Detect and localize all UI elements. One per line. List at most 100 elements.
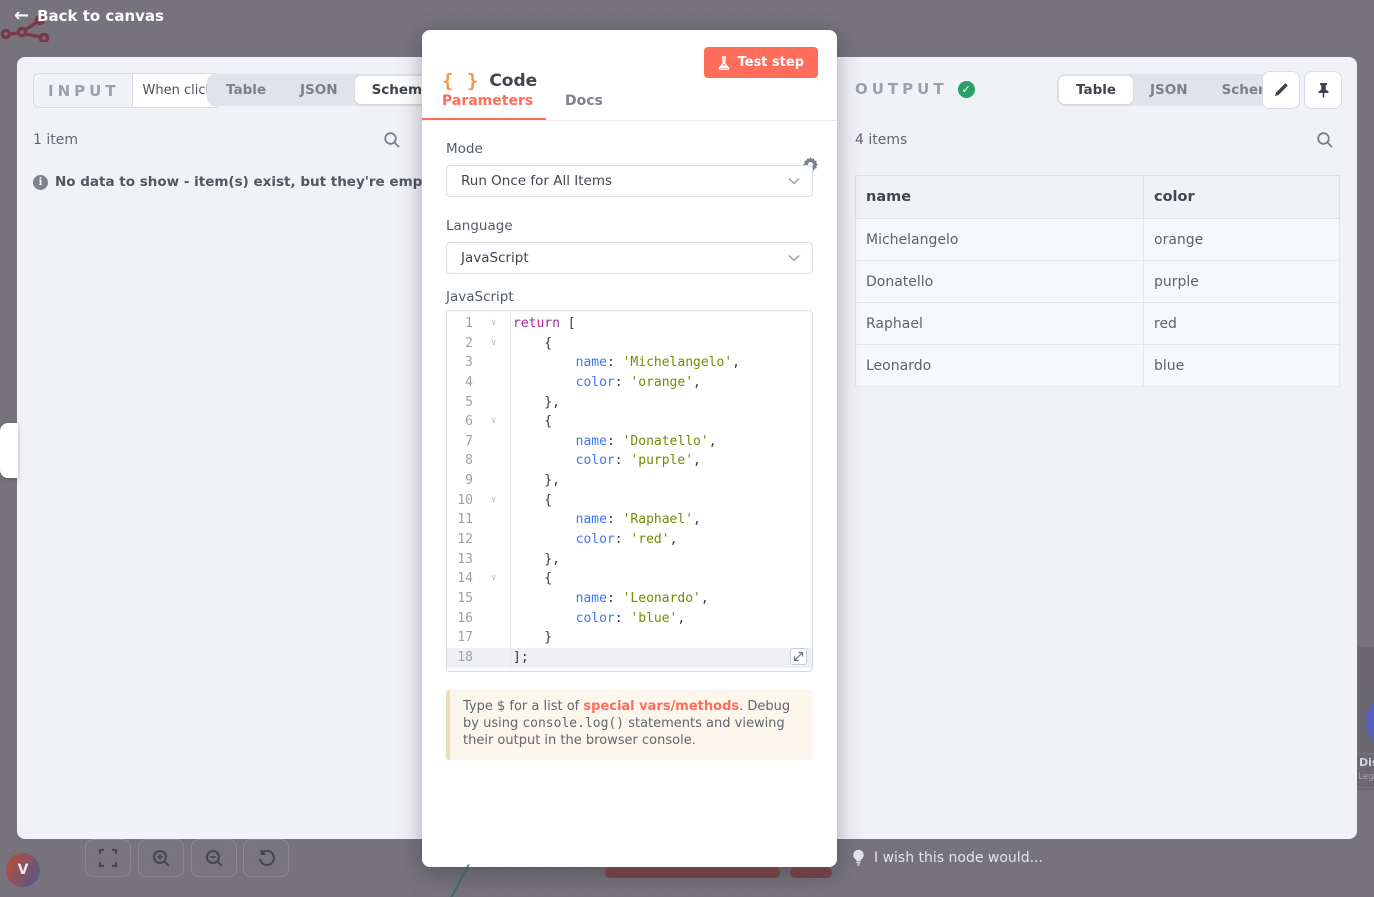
reset-zoom-icon [257, 849, 276, 868]
code-line-11[interactable]: 11 name: 'Raphael', [447, 510, 812, 530]
partial-node-sublabel: Lega [1358, 772, 1374, 782]
fold-chevron-icon[interactable]: ∨ [491, 569, 496, 589]
code-editor-label: JavaScript [446, 289, 514, 305]
code-line-1[interactable]: 1∨return [ [447, 314, 812, 334]
fit-view-button[interactable] [85, 839, 131, 877]
code-line-4[interactable]: 4 color: 'orange', [447, 373, 812, 393]
output-title-row: OUTPUT ✓ [855, 80, 975, 98]
output-search-icon[interactable] [1316, 131, 1334, 149]
reset-zoom-button[interactable] [243, 839, 289, 877]
language-value: JavaScript [461, 250, 529, 266]
code-line-10[interactable]: 10∨ { [447, 491, 812, 511]
modal-tabs: Parameters Docs [422, 93, 837, 120]
column-header-name: name [856, 176, 1144, 219]
zoom-in-icon [152, 849, 171, 868]
info-icon: i [33, 175, 48, 190]
zoom-out-icon [205, 849, 224, 868]
input-view-tabs: TableJSONSchema [207, 74, 450, 106]
line-number-gutter: 11 [447, 510, 511, 530]
code-text: }, [511, 393, 560, 413]
pencil-icon [1273, 82, 1289, 98]
line-number-gutter: 3 [447, 353, 511, 373]
zoom-out-button[interactable] [191, 839, 237, 877]
zoom-in-button[interactable] [138, 839, 184, 877]
line-number-gutter: 17 [447, 628, 511, 648]
input-empty-message: No data to show - item(s) exist, but the… [55, 174, 438, 190]
canvas-connection-line [448, 864, 469, 897]
table-row[interactable]: Michelangeloorange [856, 219, 1340, 261]
line-number-gutter: 2∨ [447, 334, 511, 354]
pin-data-button[interactable] [1304, 71, 1342, 109]
input-source-group: INPUT When clickin [33, 73, 220, 108]
code-line-14[interactable]: 14∨ { [447, 569, 812, 589]
fold-chevron-icon[interactable]: ∨ [491, 491, 496, 511]
input-tab-json[interactable]: JSON [283, 76, 355, 104]
fold-chevron-icon[interactable]: ∨ [491, 412, 496, 432]
test-step-button[interactable]: Test step [704, 47, 818, 78]
code-editor[interactable]: 1∨return [2∨ {3 name: 'Michelangelo',4 c… [446, 310, 813, 672]
node-feedback-link[interactable]: I wish this node would... [852, 849, 1043, 866]
language-label: Language [446, 218, 513, 234]
table-cell: Leonardo [856, 345, 1144, 387]
input-tab-table[interactable]: Table [209, 76, 283, 104]
code-line-16[interactable]: 16 color: 'blue', [447, 609, 812, 629]
table-row[interactable]: Leonardoblue [856, 345, 1340, 387]
table-cell: orange [1144, 219, 1340, 261]
output-table-header: namecolor [856, 176, 1340, 219]
tab-parameters[interactable]: Parameters [442, 93, 533, 109]
fold-chevron-icon[interactable]: ∨ [491, 314, 496, 334]
dimmed-canvas-button [605, 867, 780, 878]
code-line-13[interactable]: 13 }, [447, 550, 812, 570]
code-line-3[interactable]: 3 name: 'Michelangelo', [447, 353, 812, 373]
code-line-12[interactable]: 12 color: 'red', [447, 530, 812, 550]
n8n-node-detail-view: ← Back to canvas INPUT When clickin Tabl… [0, 0, 1374, 897]
table-cell: blue [1144, 345, 1340, 387]
input-search-icon[interactable] [383, 131, 401, 149]
line-number-gutter: 14∨ [447, 569, 511, 589]
table-row[interactable]: Raphaelred [856, 303, 1340, 345]
input-source-node-button[interactable]: When clickin [133, 74, 219, 107]
table-row[interactable]: Donatellopurple [856, 261, 1340, 303]
line-number-gutter: 9 [447, 471, 511, 491]
back-to-canvas-button[interactable]: ← Back to canvas [14, 7, 164, 25]
language-select[interactable]: JavaScript [446, 242, 813, 274]
line-number-gutter: 7 [447, 432, 511, 452]
chevron-down-icon [788, 177, 800, 185]
editor-hint-box: Type $ for a list of special vars/method… [446, 690, 813, 760]
input-items-count: 1 item [33, 132, 78, 148]
mode-select[interactable]: Run Once for All Items [446, 165, 813, 197]
editor-resize-grip[interactable] [790, 648, 807, 665]
edit-output-button[interactable] [1262, 71, 1300, 109]
code-line-2[interactable]: 2∨ { [447, 334, 812, 354]
code-line-8[interactable]: 8 color: 'purple', [447, 451, 812, 471]
pin-icon [1316, 82, 1331, 98]
code-text: ]; [511, 648, 529, 668]
output-table-body: MichelangeloorangeDonatellopurpleRaphael… [856, 219, 1340, 387]
node-title[interactable]: Code [489, 71, 537, 91]
special-vars-link[interactable]: special vars/methods [583, 699, 739, 714]
back-arrow-icon: ← [14, 7, 29, 25]
output-tab-table[interactable]: Table [1059, 76, 1133, 104]
line-number-gutter: 10∨ [447, 491, 511, 511]
code-line-18[interactable]: 18]; [447, 648, 812, 668]
fit-view-icon [99, 849, 117, 867]
code-text: } [511, 628, 552, 648]
code-line-7[interactable]: 7 name: 'Donatello', [447, 432, 812, 452]
hint-prefix: Type $ for a list of [463, 699, 583, 714]
tab-docs[interactable]: Docs [565, 93, 603, 109]
code-line-17[interactable]: 17 } [447, 628, 812, 648]
output-tab-json[interactable]: JSON [1133, 76, 1205, 104]
wish-text: I wish this node would... [874, 850, 1043, 866]
avatar-letter: V [18, 862, 29, 878]
code-line-9[interactable]: 9 }, [447, 471, 812, 491]
code-text: name: 'Michelangelo', [511, 353, 740, 373]
user-avatar[interactable]: V [6, 853, 40, 887]
code-line-15[interactable]: 15 name: 'Leonardo', [447, 589, 812, 609]
test-step-label: Test step [737, 55, 804, 70]
fold-chevron-icon[interactable]: ∨ [491, 334, 496, 354]
code-text: { [511, 569, 552, 589]
code-line-5[interactable]: 5 }, [447, 393, 812, 413]
partial-canvas-node: Dis Lega [1357, 646, 1374, 790]
code-line-6[interactable]: 6∨ { [447, 412, 812, 432]
panel-side-handle[interactable] [0, 423, 18, 478]
